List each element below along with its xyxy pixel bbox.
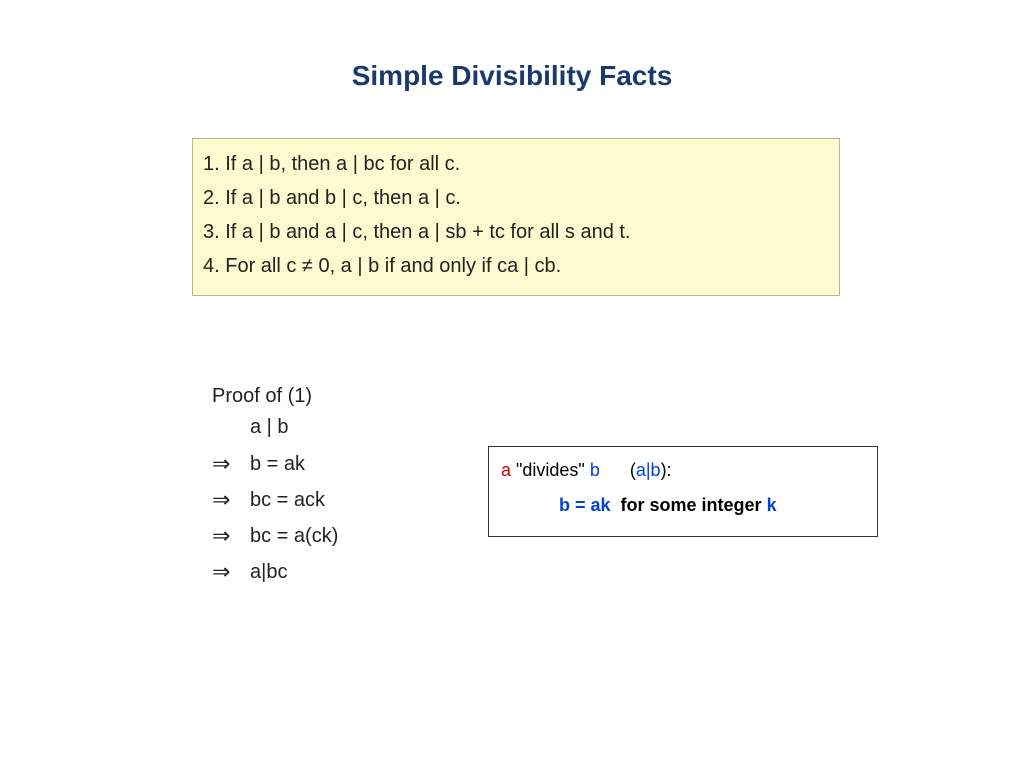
definition-line-2: b = ak for some integer k xyxy=(559,490,865,521)
proof-text-3: bc = a(ck) xyxy=(250,525,338,548)
facts-box: 1. If a | b, then a | bc for all c. 2. I… xyxy=(192,138,840,296)
proof-step-2: ⇒ bc = ack xyxy=(212,487,338,513)
fact-2: 2. If a | b and b | c, then a | c. xyxy=(203,183,829,213)
proof-step-4: ⇒ a|bc xyxy=(212,559,338,585)
proof-text-2: bc = ack xyxy=(250,489,325,512)
implies-arrow-icon: ⇒ xyxy=(212,451,250,477)
proof-step-1: ⇒ b = ak xyxy=(212,451,338,477)
def-ab: a|b xyxy=(636,460,661,480)
proof-text-1: b = ak xyxy=(250,453,305,476)
proof-block: Proof of (1) a | b ⇒ b = ak ⇒ bc = ack ⇒… xyxy=(212,385,338,595)
proof-step-0: a | b xyxy=(250,416,338,439)
def-b: b xyxy=(590,460,600,480)
proof-text-4: a|bc xyxy=(250,561,287,584)
implies-arrow-icon: ⇒ xyxy=(212,559,250,585)
def-mid: for some integer xyxy=(611,495,767,515)
proof-step-3: ⇒ bc = a(ck) xyxy=(212,523,338,549)
fact-4: 4. For all c ≠ 0, a | b if and only if c… xyxy=(203,251,829,281)
definition-box: a "divides" b (a|b): b = ak for some int… xyxy=(488,446,878,537)
def-divides: "divides" xyxy=(511,460,590,480)
slide-title: Simple Divisibility Facts xyxy=(0,60,1024,92)
fact-3: 3. If a | b and a | c, then a | sb + tc … xyxy=(203,217,829,247)
def-a: a xyxy=(501,460,511,480)
def-rparen: ): xyxy=(661,460,672,480)
def-gap xyxy=(600,460,630,480)
def-eq: b = ak xyxy=(559,495,611,515)
proof-header: Proof of (1) xyxy=(212,385,338,408)
definition-line-1: a "divides" b (a|b): xyxy=(501,455,865,486)
def-k: k xyxy=(767,495,777,515)
implies-arrow-icon: ⇒ xyxy=(212,523,250,549)
fact-1: 1. If a | b, then a | bc for all c. xyxy=(203,149,829,179)
implies-arrow-icon: ⇒ xyxy=(212,487,250,513)
